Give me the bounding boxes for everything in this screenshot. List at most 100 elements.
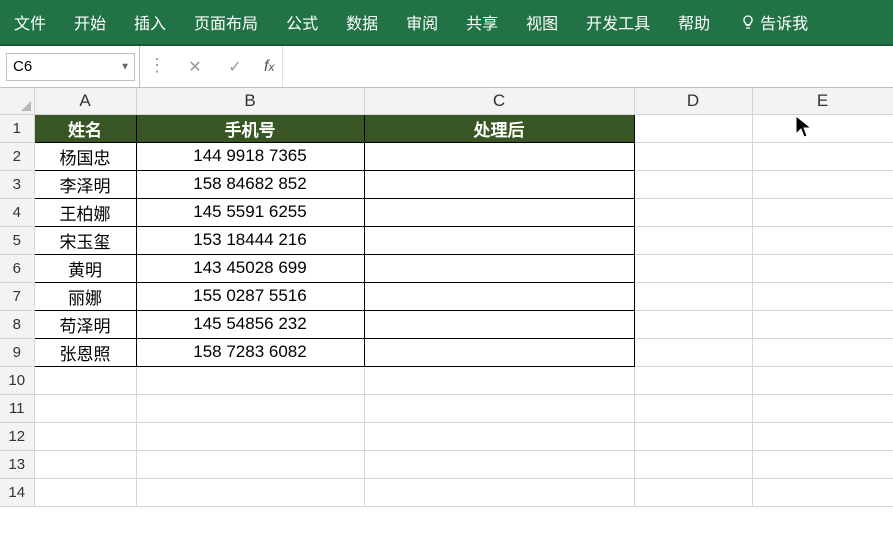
cell-E6[interactable] bbox=[752, 254, 893, 282]
cell-E5[interactable] bbox=[752, 226, 893, 254]
col-header-C[interactable]: C bbox=[364, 88, 634, 114]
col-header-E[interactable]: E bbox=[752, 88, 893, 114]
cell-E8[interactable] bbox=[752, 310, 893, 338]
cell-D11[interactable] bbox=[634, 394, 752, 422]
cell-E11[interactable] bbox=[752, 394, 893, 422]
cell-C3[interactable] bbox=[364, 170, 634, 198]
cell-D1[interactable] bbox=[634, 114, 752, 142]
cell-C12[interactable] bbox=[364, 422, 634, 450]
cell-B3[interactable]: 158 84682 852 bbox=[136, 170, 364, 198]
name-box[interactable]: C6 ▼ bbox=[6, 53, 135, 81]
chevron-down-icon[interactable]: ▼ bbox=[120, 61, 130, 72]
tab-share[interactable]: 共享 bbox=[452, 0, 512, 44]
cell-D3[interactable] bbox=[634, 170, 752, 198]
tab-review[interactable]: 审阅 bbox=[392, 0, 452, 44]
cell-B13[interactable] bbox=[136, 450, 364, 478]
cell-D2[interactable] bbox=[634, 142, 752, 170]
row-header[interactable]: 10 bbox=[0, 366, 34, 394]
cell-E13[interactable] bbox=[752, 450, 893, 478]
tab-file[interactable]: 文件 bbox=[0, 0, 60, 44]
cell-B6[interactable]: 143 45028 699 bbox=[136, 254, 364, 282]
cell-D6[interactable] bbox=[634, 254, 752, 282]
cell-B1[interactable]: 手机号 bbox=[136, 114, 364, 142]
row-header[interactable]: 4 bbox=[0, 198, 34, 226]
cell-C10[interactable] bbox=[364, 366, 634, 394]
cell-C6[interactable] bbox=[364, 254, 634, 282]
row-header[interactable]: 12 bbox=[0, 422, 34, 450]
row-header[interactable]: 9 bbox=[0, 338, 34, 366]
confirm-formula-button[interactable]: ✓ bbox=[224, 57, 246, 77]
row-header[interactable]: 2 bbox=[0, 142, 34, 170]
cell-E1[interactable] bbox=[752, 114, 893, 142]
fx-icon[interactable]: fx bbox=[264, 58, 274, 76]
cell-B5[interactable]: 153 18444 216 bbox=[136, 226, 364, 254]
tell-me[interactable]: 告诉我 bbox=[724, 0, 822, 44]
col-header-B[interactable]: B bbox=[136, 88, 364, 114]
row-header[interactable]: 3 bbox=[0, 170, 34, 198]
tab-devtools[interactable]: 开发工具 bbox=[572, 0, 664, 44]
cell-B14[interactable] bbox=[136, 478, 364, 506]
cell-A1[interactable]: 姓名 bbox=[34, 114, 136, 142]
tab-insert[interactable]: 插入 bbox=[120, 0, 180, 44]
cell-B4[interactable]: 145 5591 6255 bbox=[136, 198, 364, 226]
tab-formulas[interactable]: 公式 bbox=[272, 0, 332, 44]
cell-C4[interactable] bbox=[364, 198, 634, 226]
cell-D7[interactable] bbox=[634, 282, 752, 310]
cell-D13[interactable] bbox=[634, 450, 752, 478]
row-header[interactable]: 6 bbox=[0, 254, 34, 282]
col-header-A[interactable]: A bbox=[34, 88, 136, 114]
cell-E7[interactable] bbox=[752, 282, 893, 310]
cell-C14[interactable] bbox=[364, 478, 634, 506]
cell-A6[interactable]: 黄明 bbox=[34, 254, 136, 282]
cell-E14[interactable] bbox=[752, 478, 893, 506]
cell-A10[interactable] bbox=[34, 366, 136, 394]
cell-A12[interactable] bbox=[34, 422, 136, 450]
cell-A14[interactable] bbox=[34, 478, 136, 506]
tab-data[interactable]: 数据 bbox=[332, 0, 392, 44]
cell-E10[interactable] bbox=[752, 366, 893, 394]
cancel-formula-button[interactable]: ✕ bbox=[184, 57, 206, 77]
cell-C9[interactable] bbox=[364, 338, 634, 366]
tab-view[interactable]: 视图 bbox=[512, 0, 572, 44]
cell-A11[interactable] bbox=[34, 394, 136, 422]
cell-A7[interactable]: 丽娜 bbox=[34, 282, 136, 310]
cell-C13[interactable] bbox=[364, 450, 634, 478]
row-header[interactable]: 8 bbox=[0, 310, 34, 338]
cell-D4[interactable] bbox=[634, 198, 752, 226]
cell-B2[interactable]: 144 9918 7365 bbox=[136, 142, 364, 170]
row-header[interactable]: 7 bbox=[0, 282, 34, 310]
cell-D10[interactable] bbox=[634, 366, 752, 394]
cell-A8[interactable]: 苟泽明 bbox=[34, 310, 136, 338]
cell-E3[interactable] bbox=[752, 170, 893, 198]
cell-D5[interactable] bbox=[634, 226, 752, 254]
col-header-D[interactable]: D bbox=[634, 88, 752, 114]
cell-E12[interactable] bbox=[752, 422, 893, 450]
cell-D8[interactable] bbox=[634, 310, 752, 338]
cell-C5[interactable] bbox=[364, 226, 634, 254]
cell-A3[interactable]: 李泽明 bbox=[34, 170, 136, 198]
cell-B11[interactable] bbox=[136, 394, 364, 422]
cell-E9[interactable] bbox=[752, 338, 893, 366]
cell-A13[interactable] bbox=[34, 450, 136, 478]
row-header[interactable]: 11 bbox=[0, 394, 34, 422]
cell-A4[interactable]: 王柏娜 bbox=[34, 198, 136, 226]
cell-C2[interactable] bbox=[364, 142, 634, 170]
cell-B8[interactable]: 145 54856 232 bbox=[136, 310, 364, 338]
tab-home[interactable]: 开始 bbox=[60, 0, 120, 44]
cell-D9[interactable] bbox=[634, 338, 752, 366]
cell-C1[interactable]: 处理后 bbox=[364, 114, 634, 142]
cell-C8[interactable] bbox=[364, 310, 634, 338]
cell-D12[interactable] bbox=[634, 422, 752, 450]
cell-A2[interactable]: 杨国忠 bbox=[34, 142, 136, 170]
formula-input[interactable] bbox=[283, 46, 893, 87]
cell-B9[interactable]: 158 7283 6082 bbox=[136, 338, 364, 366]
cell-B10[interactable] bbox=[136, 366, 364, 394]
row-header[interactable]: 14 bbox=[0, 478, 34, 506]
row-header[interactable]: 5 bbox=[0, 226, 34, 254]
cell-B12[interactable] bbox=[136, 422, 364, 450]
select-all-corner[interactable] bbox=[0, 88, 34, 114]
row-header[interactable]: 13 bbox=[0, 450, 34, 478]
cell-E2[interactable] bbox=[752, 142, 893, 170]
cell-D14[interactable] bbox=[634, 478, 752, 506]
cell-A5[interactable]: 宋玉玺 bbox=[34, 226, 136, 254]
